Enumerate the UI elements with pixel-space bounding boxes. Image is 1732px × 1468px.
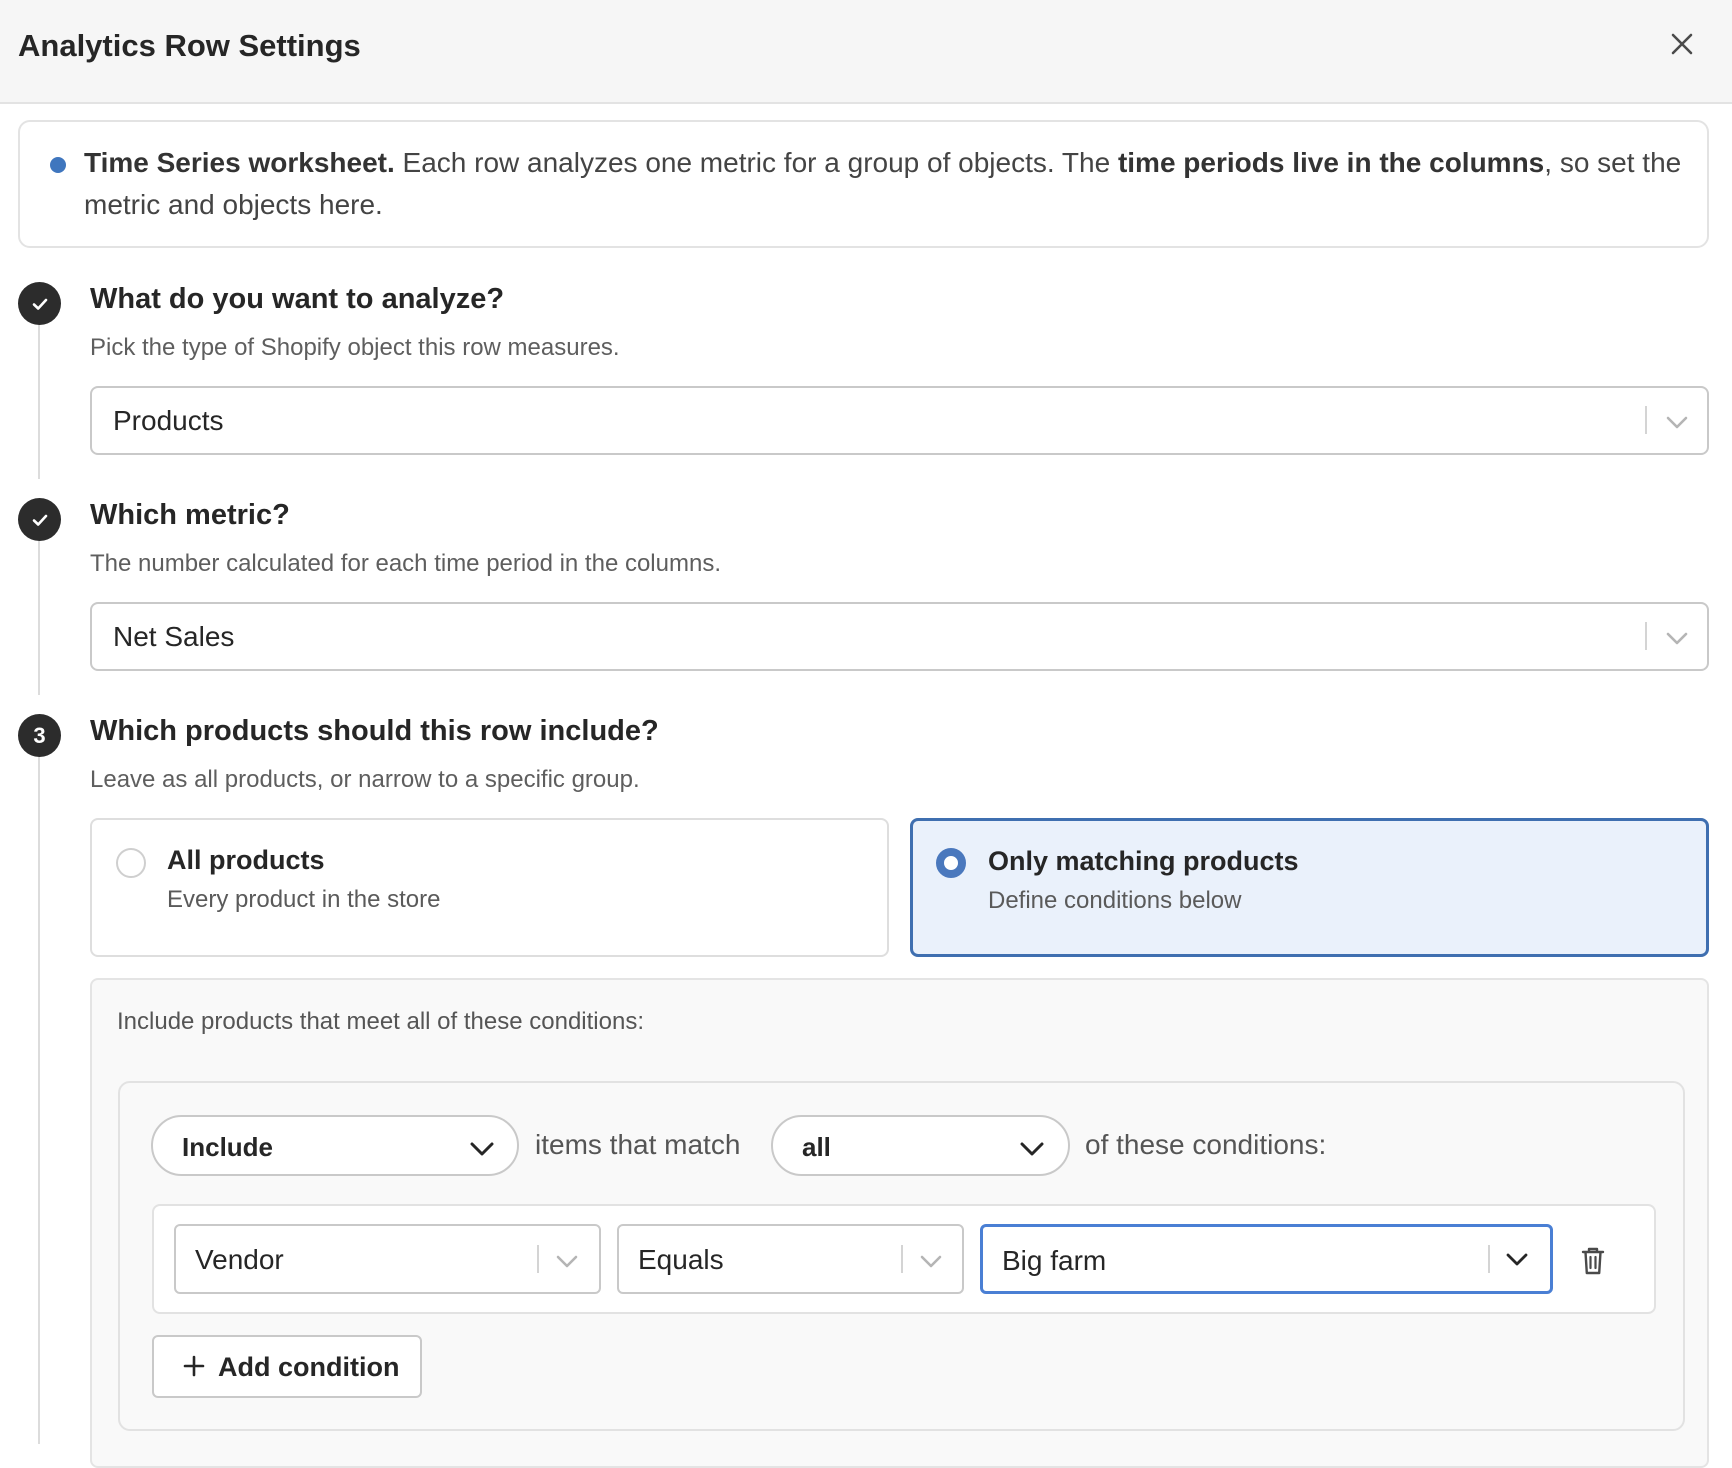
add-condition-label: Add condition: [218, 1352, 400, 1382]
select-separator: [1645, 406, 1647, 434]
radio-checked-icon[interactable]: [936, 848, 966, 878]
info-text-1: Each row analyzes one metric for a group…: [394, 147, 1118, 178]
condition-operator-value: Equals: [638, 1244, 724, 1275]
close-icon[interactable]: [1666, 28, 1698, 60]
condition-value-value: Big farm: [1002, 1245, 1107, 1276]
all-products-option[interactable]: All products Every product in the store: [90, 818, 889, 957]
chevron-down-icon: [1503, 1245, 1531, 1273]
select-separator: [1488, 1245, 1490, 1273]
info-banner: Time Series worksheet. Each row analyzes…: [18, 120, 1709, 248]
plus-icon: [182, 1354, 206, 1378]
step-connector: [38, 754, 40, 1444]
chevron-down-icon: [553, 1247, 581, 1275]
step-1-check-icon: [18, 282, 61, 325]
modal-title: Analytics Row Settings: [18, 28, 361, 63]
info-dot-icon: [50, 157, 66, 173]
option-label: All products: [167, 845, 325, 875]
step-1-title: What do you want to analyze?: [90, 283, 505, 315]
of-conditions-text: of these conditions:: [1085, 1129, 1327, 1160]
step-1-description: Pick the type of Shopify object this row…: [90, 334, 620, 361]
metric-select[interactable]: Net Sales: [90, 602, 1709, 671]
condition-value-select[interactable]: Big farm: [980, 1224, 1553, 1294]
select-separator: [901, 1245, 903, 1273]
condition-row: Vendor Equals Big farm: [152, 1204, 1656, 1314]
include-mode-select[interactable]: Include: [151, 1115, 519, 1176]
modal-header: Analytics Row Settings: [0, 0, 1732, 104]
conditions-intro: Include products that meet all of these …: [117, 1008, 644, 1035]
info-bold-mid: time periods live in the columns: [1117, 147, 1545, 178]
step-2-check-icon: [18, 498, 61, 541]
step-2-title: Which metric?: [90, 499, 290, 531]
option-sublabel: Every product in the store: [167, 886, 441, 913]
step-connector: [38, 538, 40, 695]
condition-field-value: Vendor: [195, 1244, 284, 1275]
object-type-select[interactable]: Products: [90, 386, 1709, 455]
option-sublabel: Define conditions below: [988, 887, 1242, 914]
condition-operator-select[interactable]: Equals: [617, 1224, 964, 1294]
select-separator: [1645, 622, 1647, 650]
match-type-select[interactable]: all: [771, 1115, 1070, 1176]
object-type-value: Products: [113, 405, 224, 436]
add-condition-button[interactable]: Add condition: [152, 1335, 422, 1398]
chevron-down-icon: [467, 1133, 497, 1163]
option-label: Only matching products: [988, 846, 1299, 876]
metric-value: Net Sales: [113, 621, 235, 652]
chevron-down-icon: [1017, 1133, 1047, 1163]
step-3-number-badge: 3: [18, 714, 61, 757]
condition-field-select[interactable]: Vendor: [174, 1224, 601, 1294]
chevron-down-icon: [1663, 408, 1691, 436]
info-bold-lead: Time Series worksheet.: [84, 147, 395, 178]
info-text: Time Series worksheet. Each row analyzes…: [84, 142, 1684, 226]
condition-builder: Include items that match all of these co…: [118, 1081, 1685, 1431]
step-connector: [38, 322, 40, 479]
trash-icon[interactable]: [1577, 1244, 1609, 1278]
select-separator: [537, 1245, 539, 1273]
radio-unchecked-icon[interactable]: [116, 848, 146, 878]
matching-products-option[interactable]: Only matching products Define conditions…: [910, 818, 1709, 957]
items-match-text: items that match: [535, 1129, 741, 1160]
chevron-down-icon: [917, 1247, 945, 1275]
step-3-description: Leave as all products, or narrow to a sp…: [90, 766, 640, 793]
conditions-panel: Include products that meet all of these …: [90, 978, 1709, 1468]
match-type-value: all: [802, 1132, 831, 1162]
step-3-title: Which products should this row include?: [90, 715, 659, 747]
include-mode-value: Include: [182, 1132, 274, 1162]
chevron-down-icon: [1663, 624, 1691, 652]
step-2-description: The number calculated for each time peri…: [90, 550, 721, 577]
